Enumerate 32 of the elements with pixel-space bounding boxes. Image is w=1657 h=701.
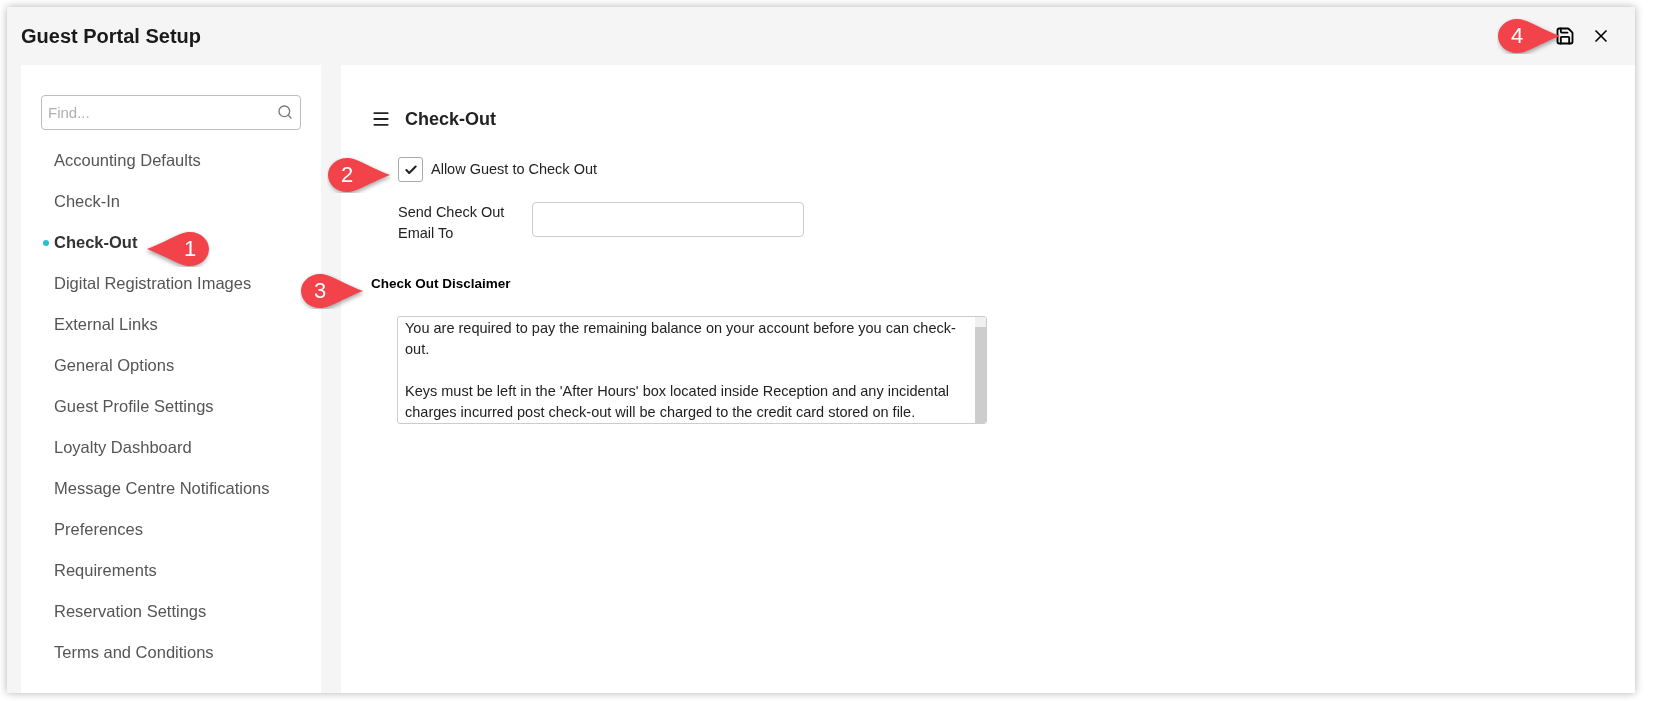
window-title: Guest Portal Setup — [21, 24, 202, 49]
sidebar-item[interactable]: Reservation Settings — [54, 599, 207, 624]
check-icon — [403, 162, 418, 177]
section-heading: Check-Out — [405, 107, 496, 131]
disclaimer-heading: Check Out Disclaimer — [371, 275, 512, 293]
search-icon — [277, 104, 293, 120]
disclaimer-text-area[interactable] — [397, 316, 987, 425]
save-icon — [1555, 26, 1575, 46]
callout-marker: 2 — [327, 157, 391, 193]
sidebar-item[interactable]: External Links — [54, 312, 158, 337]
disclaimer-paragraph: You are required to pay the remaining balance on your account before you can check-out. — [405, 319, 957, 360]
sidebar-item[interactable]: Digital Registration Images — [54, 271, 252, 296]
sidebar-item[interactable]: Terms and Conditions — [54, 640, 214, 665]
callout-marker: 4 — [1497, 18, 1561, 54]
sidebar-item[interactable]: Check-In — [54, 189, 121, 214]
checkbox[interactable] — [398, 157, 423, 182]
sidebar-item[interactable]: Requirements — [54, 558, 157, 583]
sidebar-item[interactable]: Loyalty Dashboard — [54, 435, 192, 460]
search-field[interactable]: Find... — [41, 95, 301, 130]
sidebar-item[interactable]: Preferences — [54, 517, 143, 542]
sidebar-item[interactable]: General Options — [54, 353, 175, 378]
sidebar-item[interactable]: Guest Profile Settings — [54, 394, 214, 419]
sidebar-item[interactable]: Accounting Defaults — [54, 148, 201, 173]
callout-marker: 3 — [300, 273, 364, 309]
checkbox-label: Allow Guest to Check Out — [431, 159, 597, 179]
menu-icon[interactable] — [371, 109, 391, 129]
sidebar-item[interactable]: Check-Out — [54, 230, 138, 255]
email-input-field[interactable] — [532, 202, 804, 237]
callout-marker: 1 — [146, 231, 210, 267]
sidebar-item[interactable]: Message Centre Notifications — [54, 476, 270, 501]
disclaimer-paragraph: Keys must be left in the 'After Hours' box located inside Reception and any incidental charges incurred post check-out will be charged to the credit card stored on file. — [405, 382, 950, 423]
field-label: Send Check Out Email To — [398, 203, 506, 243]
